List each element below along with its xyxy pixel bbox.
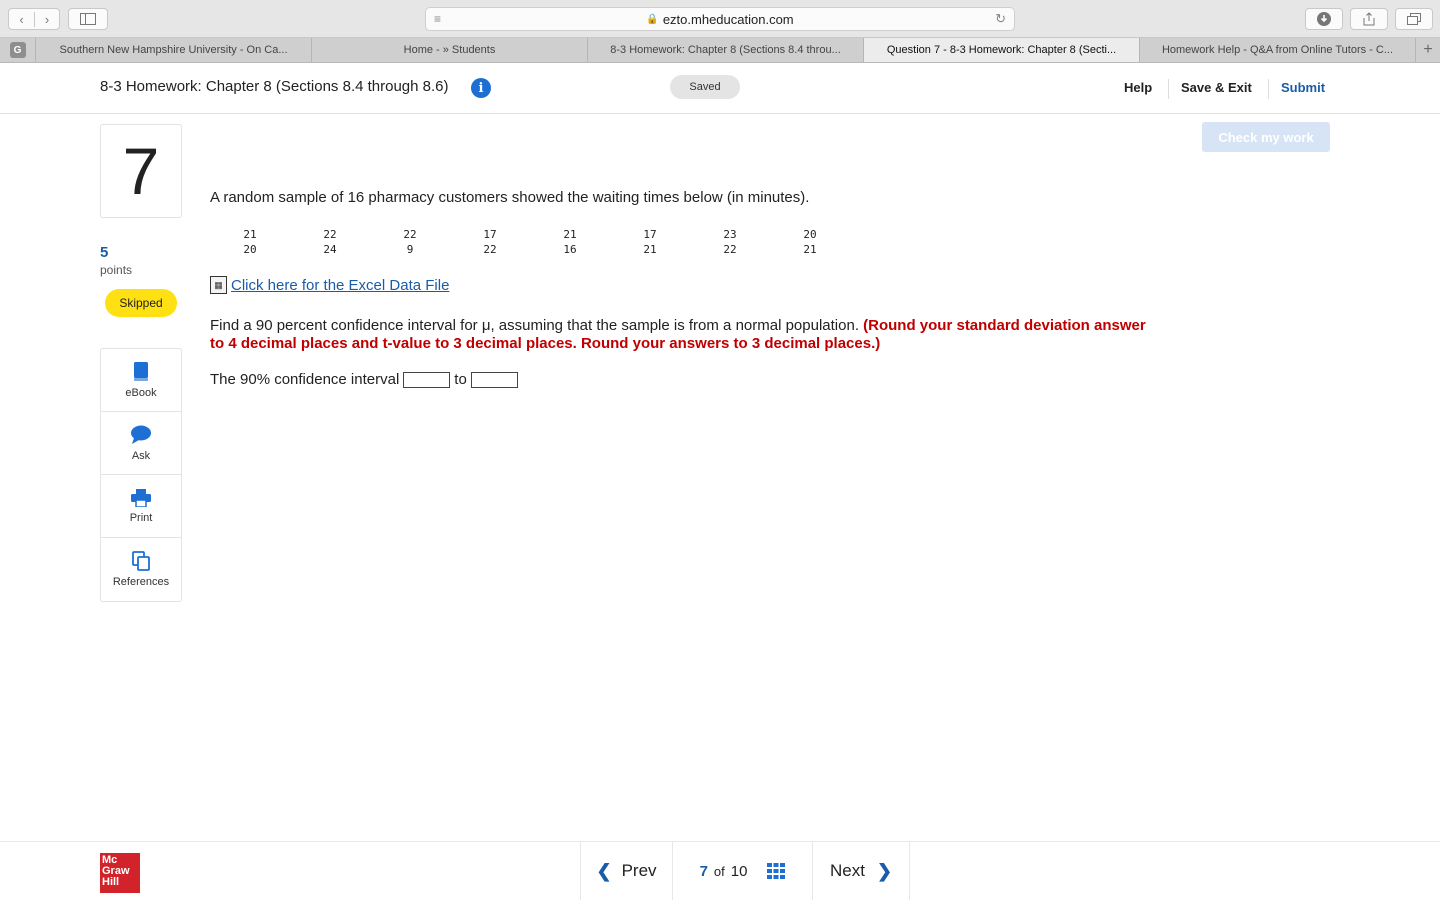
mcgraw-hill-logo: Mc Graw Hill xyxy=(100,853,140,893)
back-icon[interactable]: ‹ xyxy=(9,12,34,27)
answer-row: The 90% confidence interval to xyxy=(210,371,522,388)
skipped-badge: Skipped xyxy=(105,289,177,317)
book-icon xyxy=(134,361,148,381)
table-cell: 22 xyxy=(323,228,337,241)
reload-icon[interactable]: ↻ xyxy=(995,11,1006,27)
chevron-right-icon: ❯ xyxy=(876,860,893,881)
new-tab-icon[interactable]: + xyxy=(1416,38,1440,62)
question-intro: A random sample of 16 pharmacy customers… xyxy=(210,189,810,206)
browser-tab[interactable]: Home - » Students xyxy=(312,38,588,62)
save-exit-button[interactable]: Save & Exit xyxy=(1181,80,1252,95)
excel-file-icon: ▦ xyxy=(210,276,227,294)
prev-label: Prev xyxy=(621,861,657,880)
grid-icon[interactable] xyxy=(767,863,786,879)
waiting-times-table: 21 22 22 17 21 17 23 20 20 24 9 22 16 21… xyxy=(210,227,850,257)
share-icon[interactable] xyxy=(1350,8,1388,30)
header-divider xyxy=(1268,79,1269,99)
sidebar-toggle-icon[interactable] xyxy=(68,8,108,30)
next-button[interactable]: Next ❯ xyxy=(813,842,909,900)
table-cell: 24 xyxy=(323,243,337,256)
excel-link-label: Click here for the Excel Data File xyxy=(231,277,450,294)
table-cell: 17 xyxy=(643,228,657,241)
table-cell: 20 xyxy=(243,243,257,256)
chevron-left-icon: ❮ xyxy=(596,860,612,881)
help-link[interactable]: Help xyxy=(1124,80,1152,95)
browser-tab[interactable]: Homework Help - Q&A from Online Tutors -… xyxy=(1140,38,1416,62)
assignment-title: 8-3 Homework: Chapter 8 (Sections 8.4 th… xyxy=(100,78,449,95)
question-text: Find a 90 percent confidence interval fo… xyxy=(210,317,864,334)
browser-tab[interactable]: 8-3 Homework: Chapter 8 (Sections 8.4 th… xyxy=(588,38,864,62)
table-cell: 22 xyxy=(723,243,737,256)
browser-toolbar: ‹ › ≡ 🔒 ezto.mheducation.com ↻ xyxy=(0,0,1440,38)
of-label: of xyxy=(713,863,725,879)
lock-icon: 🔒 xyxy=(646,13,659,25)
print-label: Print xyxy=(129,511,153,524)
points-label: points xyxy=(100,263,133,277)
references-label: References xyxy=(112,576,170,588)
ebook-button[interactable]: eBook xyxy=(101,349,181,412)
table-cell: 20 xyxy=(803,228,817,241)
tab-overview-icon[interactable] xyxy=(1395,8,1433,30)
table-cell: 22 xyxy=(483,243,497,256)
table-row: 21 22 22 17 21 17 23 20 xyxy=(210,227,850,242)
browser-tab[interactable]: Southern New Hampshire University - On C… xyxy=(36,38,312,62)
next-label: Next xyxy=(829,861,865,880)
pinned-tab[interactable]: G xyxy=(0,38,36,62)
table-cell: 16 xyxy=(563,243,577,256)
upper-bound-input[interactable] xyxy=(470,371,518,388)
ebook-label: eBook xyxy=(125,386,157,399)
downloads-icon[interactable] xyxy=(1305,8,1343,30)
table-cell: 21 xyxy=(643,243,657,256)
ask-button[interactable]: Ask xyxy=(101,412,181,475)
info-icon[interactable]: i xyxy=(471,78,491,98)
table-cell: 21 xyxy=(563,228,577,241)
forward-icon[interactable]: › xyxy=(33,11,59,27)
lower-bound-input[interactable] xyxy=(403,371,451,388)
url-text: ezto.mheducation.com xyxy=(662,11,794,27)
favicon-g-icon: G xyxy=(9,42,26,58)
reader-icon[interactable]: ≡ xyxy=(434,12,441,26)
question-number: 7 xyxy=(100,124,182,218)
points-value: 5 xyxy=(100,244,109,261)
assignment-header: 8-3 Homework: Chapter 8 (Sections 8.4 th… xyxy=(0,63,1440,114)
table-cell: 17 xyxy=(483,228,497,241)
copy-icon xyxy=(132,551,150,571)
address-bar[interactable]: ≡ 🔒 ezto.mheducation.com ↻ xyxy=(425,7,1015,31)
question-tools: eBook Ask Print References xyxy=(100,348,182,602)
answer-prefix: The 90% confidence interval xyxy=(210,371,400,388)
browser-tab-active[interactable]: Question 7 - 8-3 Homework: Chapter 8 (Se… xyxy=(864,38,1140,62)
table-cell: 21 xyxy=(803,243,817,256)
table-cell: 21 xyxy=(243,228,257,241)
printer-icon xyxy=(131,488,151,507)
header-divider xyxy=(1168,79,1169,99)
page-indicator[interactable]: 7 of 10 xyxy=(673,842,813,900)
excel-data-link[interactable]: ▦ Click here for the Excel Data File xyxy=(210,276,449,294)
print-button[interactable]: Print xyxy=(101,475,181,538)
browser-nav-buttons: ‹ › xyxy=(8,8,60,30)
footer: Mc Graw Hill ❮ Prev 7 of 10 Next ❯ xyxy=(0,841,1440,900)
check-my-work-button[interactable]: Check my work xyxy=(1202,122,1330,152)
references-button[interactable]: References xyxy=(101,538,181,601)
saved-status-badge: Saved xyxy=(670,75,740,99)
total-pages: 10 xyxy=(730,862,748,880)
question-pager: ❮ Prev 7 of 10 Next ❯ xyxy=(580,842,910,900)
table-cell: 23 xyxy=(723,228,737,241)
question-text-block: Find a 90 percent confidence interval fo… xyxy=(210,317,1150,353)
chat-bubble-icon xyxy=(131,425,151,444)
submit-button[interactable]: Submit xyxy=(1281,80,1325,95)
current-page: 7 xyxy=(699,862,708,880)
answer-to-label: to xyxy=(454,371,467,388)
table-row: 20 24 9 22 16 21 22 21 xyxy=(210,242,850,257)
ask-label: Ask xyxy=(131,449,151,462)
logo-line: Hill xyxy=(102,876,120,888)
browser-tab-bar: G Southern New Hampshire University - On… xyxy=(0,38,1440,63)
prev-button[interactable]: ❮ Prev xyxy=(581,842,673,900)
table-cell: 22 xyxy=(403,228,417,241)
table-cell: 9 xyxy=(406,243,414,256)
